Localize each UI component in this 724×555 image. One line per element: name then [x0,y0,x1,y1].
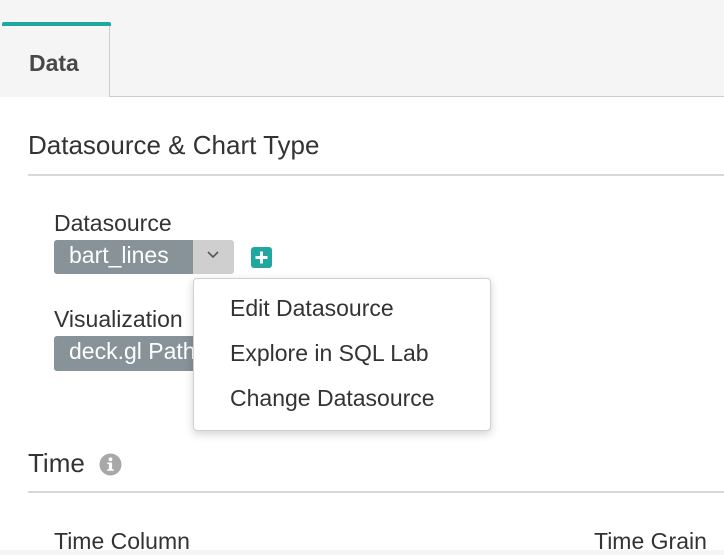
section-divider [28,491,724,493]
time-grain-label: Time Grain [594,528,707,554]
add-datasource-button[interactable] [251,247,272,268]
visualization-label: Visualization [54,306,183,332]
datasource-select[interactable]: bart_lines [54,240,193,274]
datasource-label: Datasource [54,210,172,236]
info-icon[interactable] [99,453,122,476]
tab-bar: Data [0,0,724,98]
menu-item-change-datasource[interactable]: Change Datasource [230,385,435,412]
active-tab-indicator [2,22,111,26]
section-title-datasource[interactable]: Datasource & Chart Type [28,130,319,161]
chevron-down-icon [207,251,219,259]
menu-item-edit-datasource[interactable]: Edit Datasource [230,295,394,322]
section-title-time[interactable]: Time [28,448,85,479]
menu-item-explore-sql-lab[interactable]: Explore in SQL Lab [230,340,429,367]
tab-data-label: Data [29,50,79,76]
control-panel: Datasource & Chart Type Datasource bart_… [0,97,724,554]
tab-data[interactable]: Data [0,22,111,98]
section-divider [28,174,724,176]
datasource-dropdown-menu: Edit Datasource Explore in SQL Lab Chang… [193,278,491,431]
datasource-menu-toggle[interactable] [193,240,234,274]
plus-icon [255,251,268,264]
time-column-label: Time Column [54,528,190,554]
